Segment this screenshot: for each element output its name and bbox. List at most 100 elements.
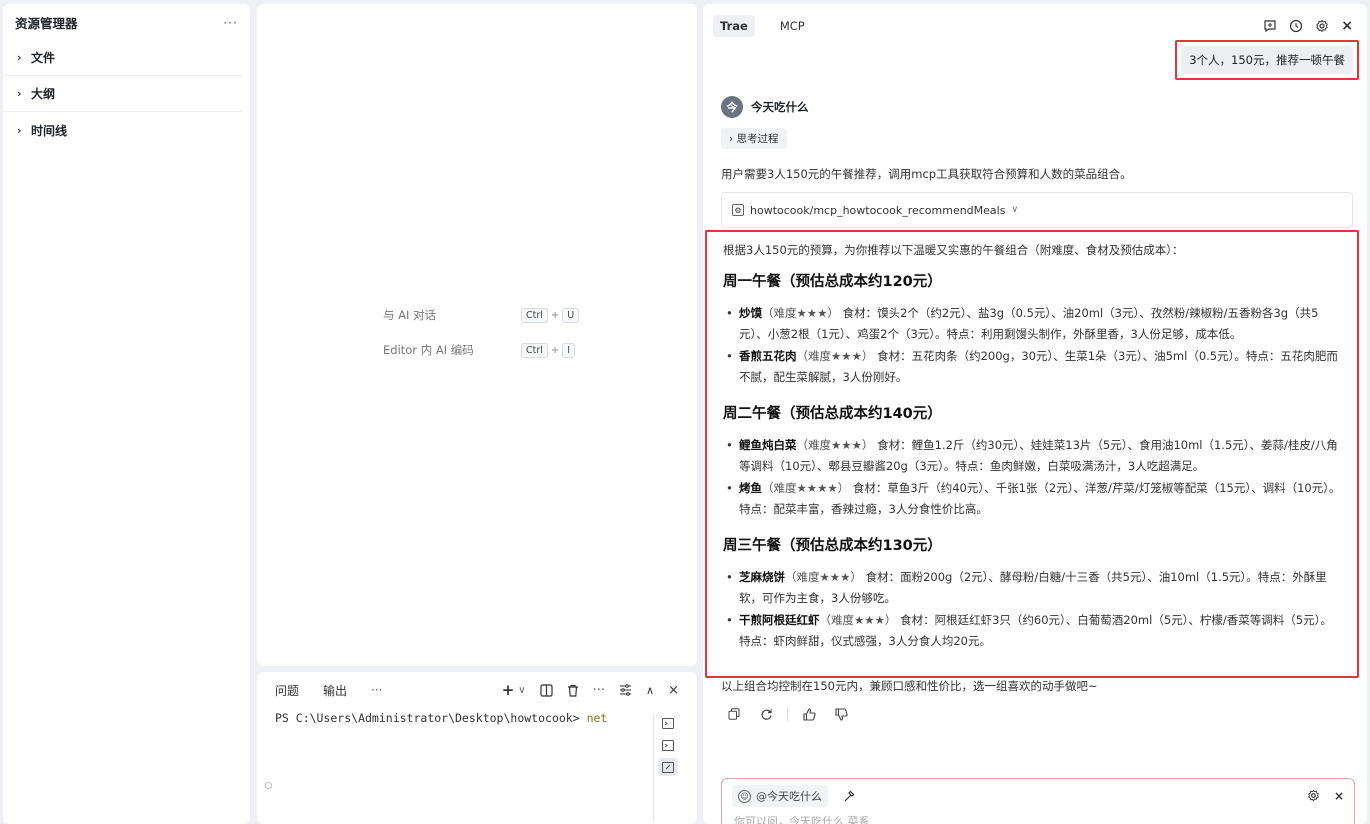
chevron-right-icon: › xyxy=(17,123,22,137)
status-dot xyxy=(265,782,272,789)
regenerate-icon[interactable] xyxy=(755,704,777,724)
close-icon[interactable]: × xyxy=(1334,789,1344,803)
dish-name: 香煎五花肉 xyxy=(739,349,797,363)
chat-input-placeholder[interactable]: 你可以问，今天吃什么 菜系 xyxy=(722,813,1354,824)
list-item: 芝麻烧饼（难度★★★） 食材：面粉200g（2元）、酵母粉/白糖/十三香（共5元… xyxy=(723,567,1343,609)
tab-trae[interactable]: Trae xyxy=(713,15,755,37)
terminal-command: net xyxy=(586,711,608,725)
explorer-sidebar: 资源管理器 ··· › 文件 › 大纲 › 时间线 xyxy=(3,4,250,824)
tree-item-label: 文件 xyxy=(31,51,56,65)
key-ctrl: Ctrl xyxy=(521,342,548,358)
more-icon[interactable]: ··· xyxy=(593,683,605,698)
terminal-prompt: PS C:\Users\Administrator\Desktop\howtoc… xyxy=(275,711,587,725)
terminal-panel: 问题 输出 ··· + ∨ ··· ∧ × PS C:\Users\Admini… xyxy=(257,672,697,824)
list-item: 干煎阿根廷红虾（难度★★★） 食材：阿根廷红虾3只（约60元）、白葡萄酒20ml… xyxy=(723,610,1343,652)
thumbs-down-icon[interactable] xyxy=(830,704,852,724)
tree-item-files[interactable]: › 文件 xyxy=(3,40,242,76)
terminal-list xyxy=(653,714,681,822)
split-icon[interactable] xyxy=(540,683,553,697)
chevron-right-icon: › xyxy=(17,51,22,64)
agent-mention-chip[interactable]: ☺ @今天吃什么 xyxy=(732,785,828,807)
tab-output[interactable]: 输出 xyxy=(323,682,347,699)
close-icon[interactable]: × xyxy=(668,683,679,698)
gear-icon[interactable] xyxy=(1315,19,1329,33)
dish-difficulty: （难度★★★） xyxy=(762,306,839,320)
new-chat-icon[interactable] xyxy=(1263,19,1277,33)
terminal-tabs: 问题 输出 ··· + ∨ ··· ∧ × xyxy=(257,672,697,708)
tree-item-label: 大纲 xyxy=(31,87,56,101)
mention-label: @今天吃什么 xyxy=(756,790,822,803)
shortcut-inline-ai: Editor 内 AI 编码 Ctrl + I xyxy=(383,342,576,358)
tree-item-timeline[interactable]: › 时间线 xyxy=(3,112,242,148)
dish-name: 干煎阿根廷红虾 xyxy=(739,613,820,627)
list-item: 鲤鱼炖白菜（难度★★★） 食材：鲤鱼1.2斤（约30元）、娃娃菜13片（5元）、… xyxy=(723,435,1343,477)
tab-problems[interactable]: 问题 xyxy=(275,682,299,699)
more-icon[interactable]: ··· xyxy=(371,683,382,697)
terminal-icon[interactable] xyxy=(658,736,678,754)
shortcut-label: Editor 内 AI 编码 xyxy=(383,343,474,357)
dish-name: 烤鱼 xyxy=(739,481,762,495)
tool-call-card[interactable]: ⚙ howtocook/mcp_howtocook_recommendMeals… xyxy=(721,192,1353,228)
thinking-label: 思考过程 xyxy=(736,133,779,145)
editor-area: 与 AI 对话 Ctrl + U Editor 内 AI 编码 Ctrl + I xyxy=(257,4,697,666)
meal-section: 周二午餐（预估总成本约140元） 鲤鱼炖白菜（难度★★★） 食材：鲤鱼1.2斤（… xyxy=(723,402,1343,520)
divider xyxy=(787,707,788,721)
terminal-edit-icon[interactable] xyxy=(657,758,678,776)
thinking-toggle[interactable]: › 思考过程 xyxy=(721,128,787,149)
mcp-tool-icon[interactable] xyxy=(842,790,855,803)
list-item: 烤鱼（难度★★★★） 食材：草鱼3斤（约40元）、千张1张（2元）、洋葱/芹菜/… xyxy=(723,478,1343,520)
user-message-highlight: 3个人，150元，推荐一顿午餐 xyxy=(1175,40,1359,80)
plus-sign: + xyxy=(550,344,560,356)
close-icon[interactable]: × xyxy=(1341,18,1353,34)
key-ctrl: Ctrl xyxy=(521,307,548,323)
key-i: I xyxy=(562,342,576,358)
answer-footer: 以上组合均控制在150元内，兼顾口感和性价比，选一组喜欢的动手做吧~ xyxy=(721,679,1098,693)
answer-lead: 根据3人150元的预算，为你推荐以下温暖又实惠的午餐组合（附难度、食材及预估成本… xyxy=(723,243,1184,257)
shortcut-chat: 与 AI 对话 Ctrl + U xyxy=(383,307,580,323)
chevron-up-icon[interactable]: ∧ xyxy=(646,684,654,697)
dish-difficulty: （难度★★★★） xyxy=(762,481,850,495)
tree-item-outline[interactable]: › 大纲 xyxy=(3,76,242,112)
chevron-down-icon[interactable]: ∨ xyxy=(518,685,525,696)
add-terminal-icon[interactable]: + xyxy=(502,681,515,699)
chat-input-box[interactable]: ☺ @今天吃什么 × 你可以问，今天吃什么 菜系 xyxy=(721,778,1355,824)
agent-icon: ☺ xyxy=(738,789,751,803)
chevron-down-icon: ∨ xyxy=(1011,205,1019,215)
input-toolbar: ☺ @今天吃什么 × xyxy=(722,779,1354,813)
trash-icon[interactable] xyxy=(567,684,579,697)
dish-name: 鲤鱼炖白菜 xyxy=(739,438,797,452)
meal-section: 周一午餐（预估总成本约120元） 炒馍（难度★★★） 食材：馍头2个（约2元）、… xyxy=(723,270,1343,388)
more-icon[interactable]: ··· xyxy=(223,15,238,30)
settings-sliders-icon[interactable] xyxy=(619,684,632,696)
meal-title: 周三午餐（预估总成本约130元） xyxy=(723,538,942,554)
gear-icon[interactable] xyxy=(1307,789,1320,803)
key-u: U xyxy=(562,307,580,323)
shortcut-label: 与 AI 对话 xyxy=(383,308,437,322)
tab-mcp[interactable]: MCP xyxy=(773,15,812,37)
plus-sign: + xyxy=(550,309,560,321)
ai-chat-panel: Trae MCP × 3个人，150元，推荐一顿午餐 今 今天吃什么 › 思考过… xyxy=(703,4,1367,824)
avatar: 今 xyxy=(721,96,743,118)
history-icon[interactable] xyxy=(1289,19,1303,33)
message-actions xyxy=(723,704,852,724)
chat-header-icons: × xyxy=(1263,18,1357,34)
tool-icon: ⚙ xyxy=(732,204,744,216)
meal-title: 周一午餐（预估总成本约120元） xyxy=(723,274,942,290)
meal-title: 周二午餐（预估总成本约140元） xyxy=(723,406,942,422)
dish-difficulty: （难度★★★） xyxy=(796,438,874,452)
dish-difficulty: （难度★★★） xyxy=(785,570,862,584)
list-item: 炒馍（难度★★★） 食材：馍头2个（约2元）、盐3g（0.5元）、油20ml（3… xyxy=(723,303,1343,345)
chevron-right-icon: › xyxy=(729,133,734,145)
tree-item-label: 时间线 xyxy=(31,123,68,138)
explorer-title: 资源管理器 xyxy=(15,15,78,31)
answer-highlight: 根据3人150元的预算，为你推荐以下温暖又实惠的午餐组合（附难度、食材及预估成本… xyxy=(705,230,1359,678)
terminal-icon[interactable] xyxy=(658,714,678,732)
terminal-toolbar: + ∨ ··· ∧ × xyxy=(502,681,679,699)
terminal-line[interactable]: PS C:\Users\Administrator\Desktop\howtoc… xyxy=(257,708,697,728)
dish-difficulty: （难度★★★） xyxy=(796,349,874,363)
dish-difficulty: （难度★★★） xyxy=(819,613,897,627)
agent-intro-text: 用户需要3人150元的午餐推荐，调用mcp工具获取符合预算和人数的菜品组合。 xyxy=(721,167,1132,181)
thumbs-up-icon[interactable] xyxy=(798,704,820,724)
copy-icon[interactable] xyxy=(723,704,745,724)
dish-name: 芝麻烧饼 xyxy=(739,570,785,584)
